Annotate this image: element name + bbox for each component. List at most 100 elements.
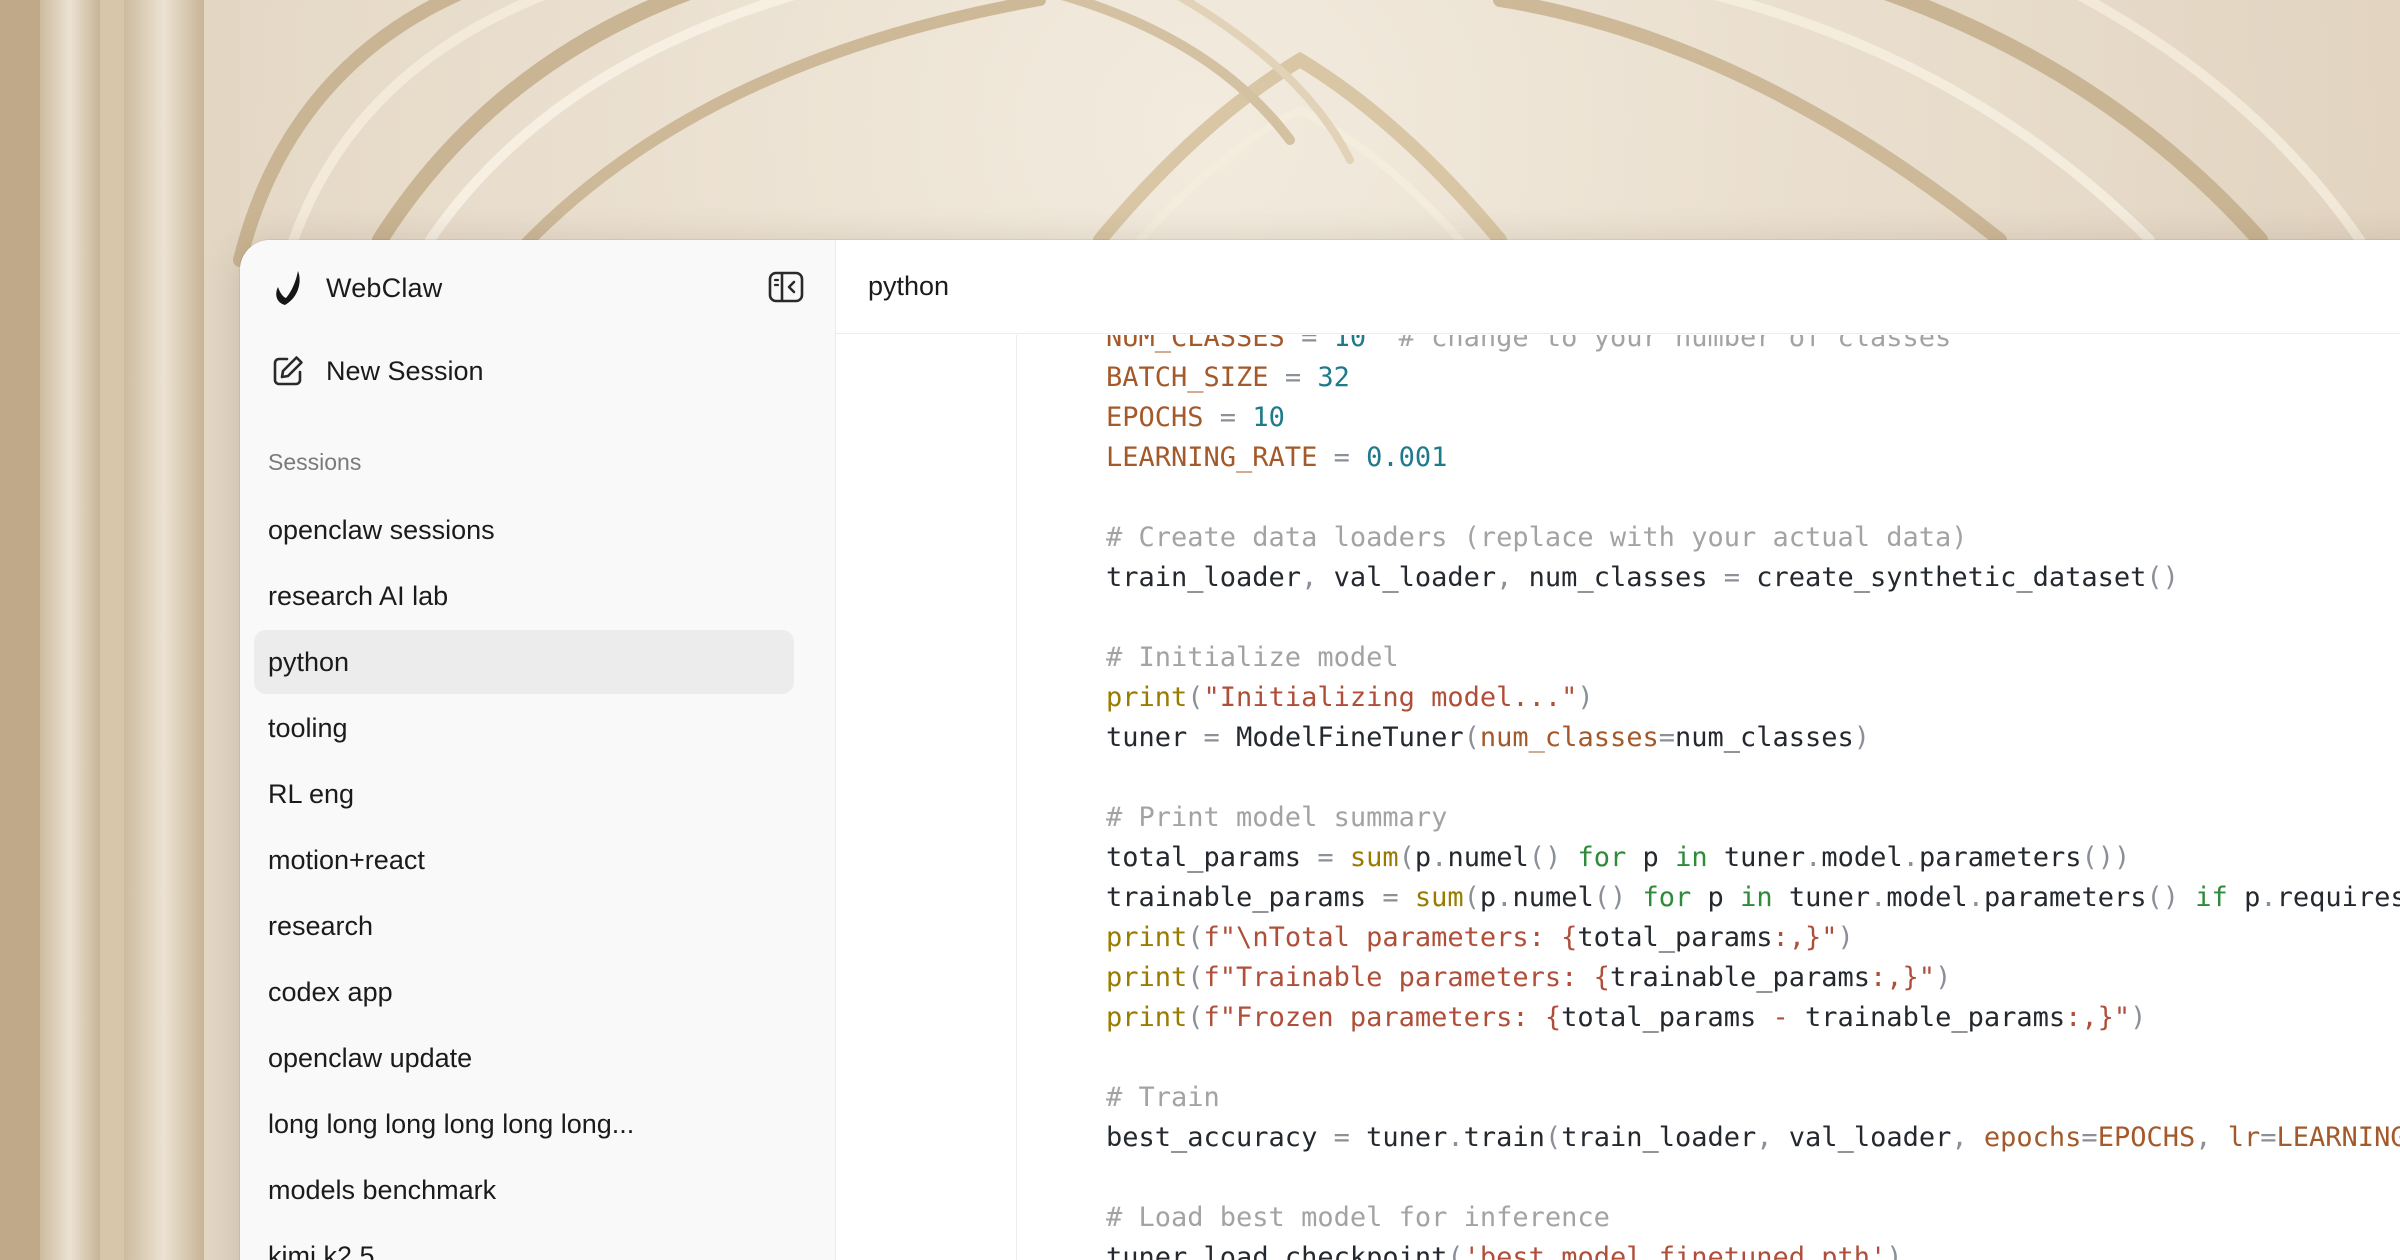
code-token: for (1577, 842, 1627, 873)
code-token: ) (2130, 1002, 2147, 1033)
session-item[interactable]: RL eng (254, 762, 794, 826)
code-line: # Initialize model (1106, 638, 2400, 678)
code-token: :,}" (1870, 962, 1936, 993)
code-token: trainable_params (1805, 1002, 2066, 1033)
code-token: . (1805, 842, 1822, 873)
code-token: create_synthetic_dataset (1756, 562, 2147, 593)
code-token: = (2260, 1122, 2277, 1153)
code-token: train (1463, 1122, 1545, 1153)
code-token: . (1496, 882, 1513, 913)
code-token: num_classes (1479, 722, 1659, 753)
session-item[interactable]: kimi k2.5 (254, 1224, 794, 1260)
code-token: () (1593, 882, 1643, 913)
code-token: tuner (1707, 842, 1806, 873)
code-token: # Print model summary (1106, 802, 1448, 833)
code-token: , (1496, 562, 1529, 593)
session-item[interactable]: python (254, 630, 794, 694)
code-token: :,}" (1772, 922, 1838, 953)
code-token: = (1366, 882, 1415, 913)
code-token: numel (1447, 842, 1529, 873)
session-item[interactable]: openclaw update (254, 1026, 794, 1090)
sidebar-toggle-button[interactable] (767, 270, 805, 304)
code-token: sum (1414, 882, 1464, 913)
brand-row: WebClaw (240, 240, 835, 336)
session-title: python (868, 271, 950, 301)
code-line: BATCH_SIZE = 32 (1106, 358, 2400, 398)
code-token: f"Frozen parameters: { (1203, 1002, 1562, 1033)
code-token: BATCH_SIZE (1106, 362, 1269, 393)
code-token: . (1967, 882, 1984, 913)
code-token: ) (1577, 682, 1594, 713)
code-token: print (1106, 682, 1188, 713)
code-token: total_params (1561, 1002, 1757, 1033)
code-token: parameters (1983, 882, 2147, 913)
session-item[interactable]: research AI lab (254, 564, 794, 628)
session-item[interactable]: codex app (254, 960, 794, 1024)
main-header: python (836, 240, 2400, 334)
code-token: # Load best model for inference (1106, 1202, 1610, 1233)
app-window: WebClaw New Session Sessions openclaw se… (240, 240, 2400, 1260)
code-token: p (1691, 882, 1741, 913)
code-token: p (1414, 842, 1432, 873)
code-token: tuner (1366, 1122, 1448, 1153)
code-token: p (1479, 882, 1497, 913)
code-token: ( (1447, 1242, 1464, 1260)
code-token: trainable_params (1609, 962, 1871, 993)
code-token: tuner (1106, 722, 1188, 753)
code-token: in (1675, 842, 1708, 873)
code-token: 0.001 (1366, 442, 1448, 473)
code-token: 10 (1252, 402, 1285, 433)
code-token: trainable_params (1106, 882, 1367, 913)
code-line: # Print model summary (1106, 798, 2400, 838)
code-token: ) (1837, 922, 1854, 953)
code-token: LEARNING_RATE) (2276, 1122, 2400, 1153)
code-token: best_accuracy (1106, 1122, 1318, 1153)
code-token: ) (1853, 722, 1871, 753)
code-token: () (2146, 882, 2196, 913)
code-token: f"Trainable parameters: { (1203, 962, 1610, 993)
code-token: "Initializing model..." (1203, 682, 1578, 713)
code-token: = (1203, 402, 1253, 433)
code-block-border (1016, 335, 1017, 1260)
code-token: tuner (1106, 1242, 1188, 1260)
code-token: sum (1349, 842, 1399, 873)
code-token: , (1756, 1122, 1789, 1153)
code-token: 32 (1317, 362, 1350, 393)
session-item[interactable]: long long long long long long... (254, 1092, 794, 1156)
code-token: () (1528, 842, 1578, 873)
code-line: # Load best model for inference (1106, 1198, 2400, 1238)
code-token: = (1658, 722, 1675, 753)
code-line: tuner = ModelFineTuner(num_classes=num_c… (1106, 718, 2400, 758)
code-token: LEARNING_RATE (1106, 442, 1318, 473)
session-item[interactable]: models benchmark (254, 1158, 794, 1222)
code-token: p (2227, 882, 2261, 913)
session-item[interactable]: motion+react (254, 828, 794, 892)
code-token: ( (1398, 842, 1415, 873)
code-token: requires_grad) (2276, 882, 2400, 913)
session-item[interactable]: research (254, 894, 794, 958)
session-item[interactable]: openclaw sessions (254, 498, 794, 562)
session-item[interactable]: tooling (254, 696, 794, 760)
code-line: print("Initializing model...") (1106, 678, 2400, 718)
new-session-button[interactable]: New Session (240, 338, 835, 404)
code-token: , (1301, 562, 1334, 593)
code-block: NUM_CLASSES = 10 # change to your number… (1106, 335, 2400, 1260)
message-area[interactable]: NUM_CLASSES = 10 # change to your number… (836, 335, 2400, 1260)
code-line: NUM_CLASSES = 10 # change to your number… (1106, 335, 2400, 358)
code-token: . (1447, 1122, 1464, 1153)
code-line: print(f"Frozen parameters: {total_params… (1106, 998, 2400, 1038)
app-name: WebClaw (326, 272, 443, 303)
code-token: . (1431, 842, 1448, 873)
code-token: = (1187, 722, 1237, 753)
code-line: # Create data loaders (replace with your… (1106, 518, 2400, 558)
code-token: total_params (1577, 922, 1773, 953)
code-token: print (1106, 1002, 1188, 1033)
code-token: 'best_model_finetuned.pth' (1463, 1242, 1887, 1260)
code-token: parameters (1918, 842, 2082, 873)
code-line: print(f"Trainable parameters: {trainable… (1106, 958, 2400, 998)
code-token: ( (1187, 1002, 1204, 1033)
